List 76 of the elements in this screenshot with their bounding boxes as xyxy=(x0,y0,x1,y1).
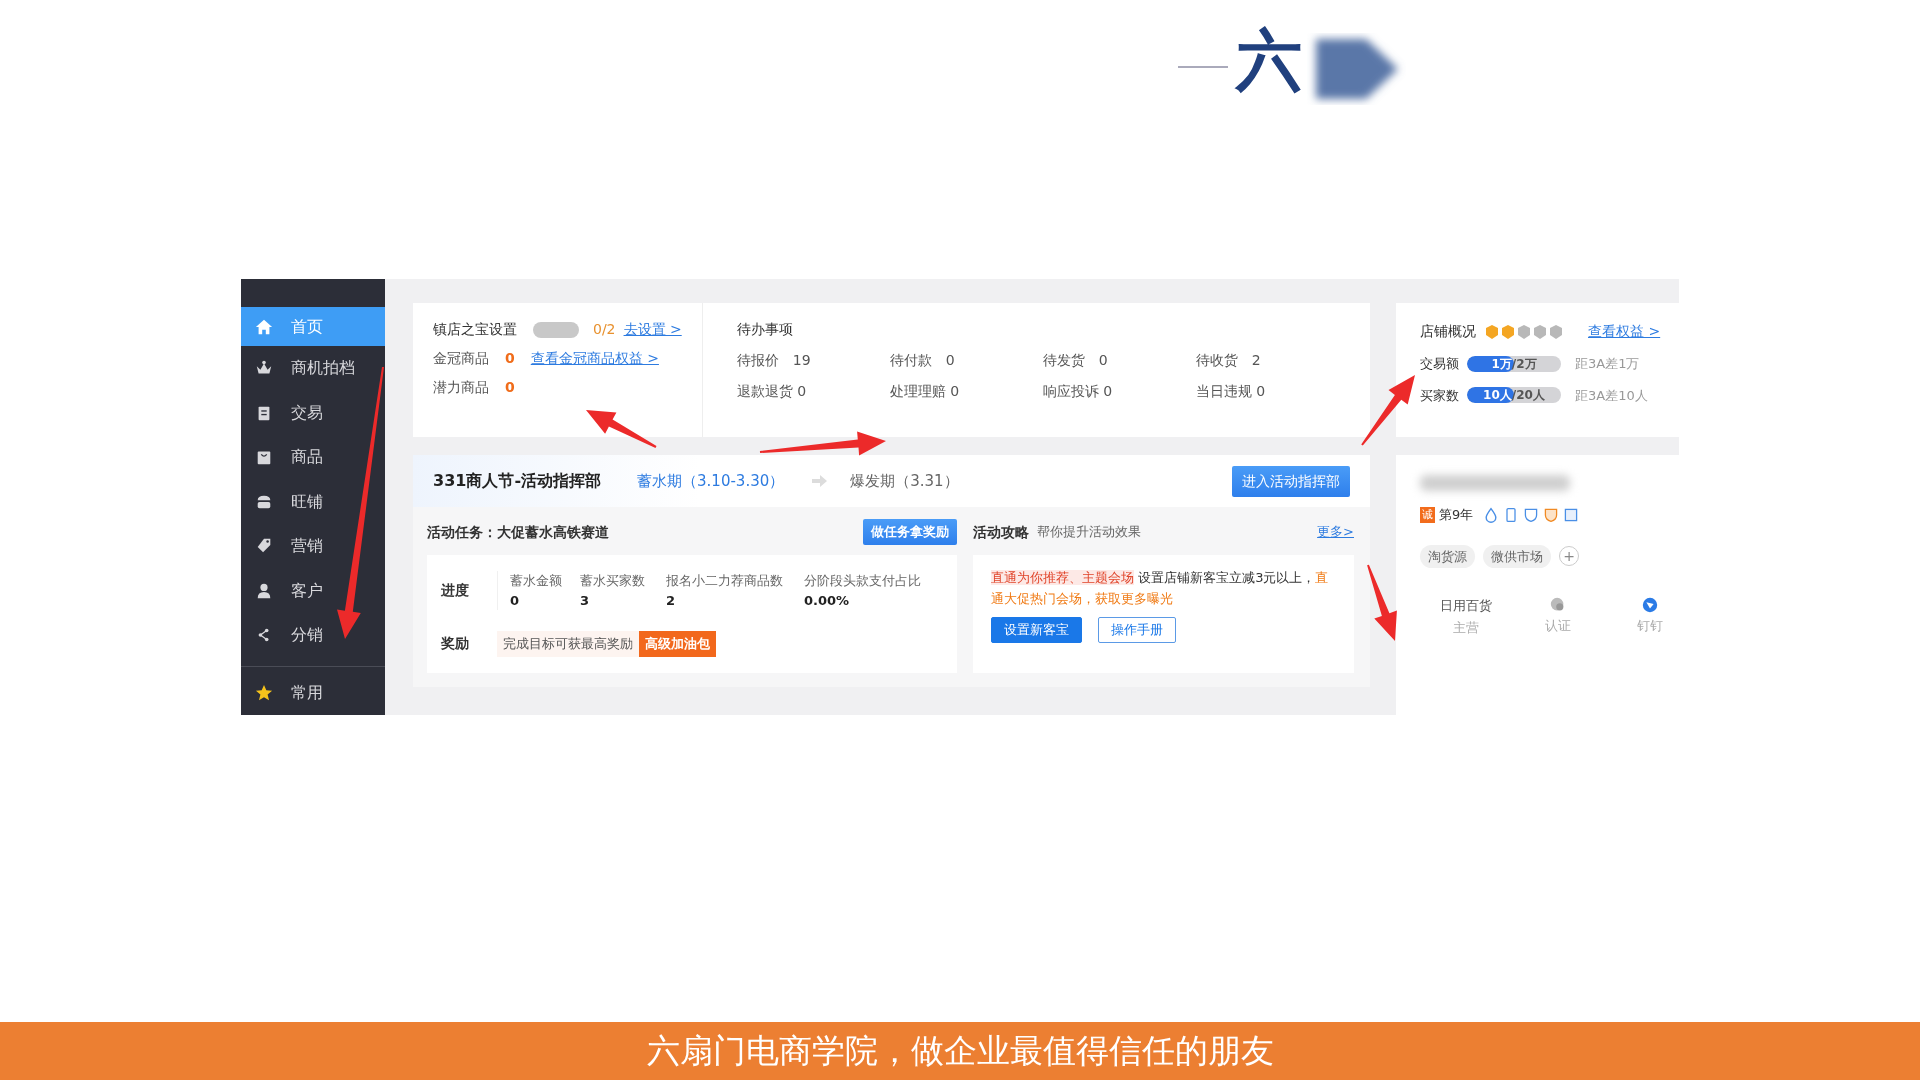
fact-label: 认证 xyxy=(1545,617,1571,635)
tag[interactable]: 微供市场 xyxy=(1483,544,1551,568)
reward-text: 完成目标可获最高奖励 xyxy=(497,631,639,657)
todo-item[interactable]: 退款退货 0 xyxy=(736,381,890,402)
reward-tag: 高级加油包 xyxy=(639,631,716,657)
todo-item[interactable]: 待付款 0 xyxy=(889,350,1043,371)
gap-note: 距3A差1万 xyxy=(1575,355,1640,373)
integrity-badge: 诚 xyxy=(1420,506,1435,523)
fact-label: 主营 xyxy=(1453,618,1479,637)
row-label: 奖励 xyxy=(441,634,470,654)
section-title: 店铺概况 xyxy=(1420,322,1476,341)
stat-label: 蓄水金额 xyxy=(510,572,563,591)
guide-title: 活动攻略 xyxy=(973,522,1029,542)
count-value: 0 xyxy=(505,378,515,397)
fact-value: 日用百货 xyxy=(1440,597,1492,615)
benefits-link[interactable]: 查看权益 > xyxy=(1588,321,1661,342)
count-value: 0 xyxy=(505,349,515,368)
slide-title: 六 xyxy=(1236,21,1302,101)
phase-label: 蓄水期（3.10-3.30） xyxy=(637,470,785,492)
guide-subtitle: 帮你提升活动效果 xyxy=(1037,523,1141,542)
guide-button[interactable]: 操作手册 xyxy=(1098,617,1176,643)
todo-item[interactable]: 当日违规 0 xyxy=(1195,381,1349,402)
toggle-switch[interactable] xyxy=(533,321,579,338)
stat-label: 蓄水买家数 xyxy=(580,572,646,591)
todo-item[interactable]: 响应投诉 0 xyxy=(1042,381,1196,402)
gap-note: 距3A差10人 xyxy=(1575,386,1648,405)
settings-link[interactable]: 去设置 > xyxy=(623,319,682,340)
rating-badge-icon xyxy=(1486,324,1498,339)
stat-value: 2 xyxy=(666,591,677,610)
stat-label: 报名小二力荐商品数 xyxy=(666,572,784,591)
campaign-title: 331商人节-活动指挥部 xyxy=(433,470,602,492)
stat-value: 0 xyxy=(510,591,521,610)
sidebar-item[interactable]: 营销 xyxy=(241,524,385,569)
star-icon xyxy=(255,683,273,702)
task-title: 活动任务：大促蓄水高铁赛道 xyxy=(427,522,609,542)
fact-label: 钉钉 xyxy=(1637,617,1663,635)
sidebar-item[interactable]: 旺铺 xyxy=(241,479,385,525)
section-title: 待办事项 xyxy=(736,320,794,339)
count-label: 0/2 xyxy=(593,320,616,339)
stat-label: 分阶段头款支付占比 xyxy=(804,572,922,591)
section-title: 镇店之宝设置 xyxy=(433,320,517,339)
arrow xyxy=(586,410,657,448)
todo-item[interactable]: 待报价 19 xyxy=(736,350,890,371)
todo-item[interactable]: 待收货 2 xyxy=(1195,350,1349,371)
metric-label: 交易额 xyxy=(1420,355,1459,373)
benefits-link[interactable]: 查看金冠商品权益 > xyxy=(530,348,659,369)
stat-value: 0.00% xyxy=(804,591,851,610)
todo-item[interactable]: 处理理赔 0 xyxy=(889,381,1043,402)
shield-icon xyxy=(1543,506,1560,523)
footer-banner: 六扇门电商学院，做企业最值得信任的朋友 xyxy=(0,1022,1920,1080)
sidebar-item[interactable]: 商机拍档 xyxy=(241,346,385,391)
stat-value: 3 xyxy=(580,591,591,610)
metric-label: 买家数 xyxy=(1420,386,1459,405)
rating-badge-icon xyxy=(1534,324,1546,339)
row-label: 进度 xyxy=(441,581,470,601)
sidebar-item[interactable]: 客户 xyxy=(241,568,385,613)
field-label: 金冠商品 xyxy=(433,349,489,368)
phase-label: 爆发期（3.31） xyxy=(850,470,959,492)
years-label: 第9年 xyxy=(1439,506,1474,524)
shield-icon xyxy=(1523,506,1540,523)
arrow-icon xyxy=(810,473,829,489)
guide-button[interactable]: 设置新客宝 xyxy=(991,617,1082,643)
arrow xyxy=(1361,375,1415,446)
tag[interactable]: 淘货源 xyxy=(1420,544,1475,568)
sidebar-item[interactable]: 常用 xyxy=(241,670,385,715)
title-rule xyxy=(1178,66,1228,68)
todo-item[interactable]: 待发货 0 xyxy=(1042,350,1196,371)
add-button[interactable]: + xyxy=(1559,546,1579,567)
user-icon xyxy=(255,581,273,600)
rating-badge-icon xyxy=(1550,324,1562,339)
home-icon xyxy=(255,317,273,336)
rating-badge-icon xyxy=(1502,324,1514,339)
guide-text: 直通为你推荐、主题会场 设置店铺新客宝立减3元以上，直通大促热门会场，获取更多曝光 xyxy=(991,569,1330,608)
field-label: 潜力商品 xyxy=(433,378,489,397)
rating-badge-icon xyxy=(1518,324,1530,339)
more-link[interactable]: 更多> xyxy=(1317,522,1354,542)
